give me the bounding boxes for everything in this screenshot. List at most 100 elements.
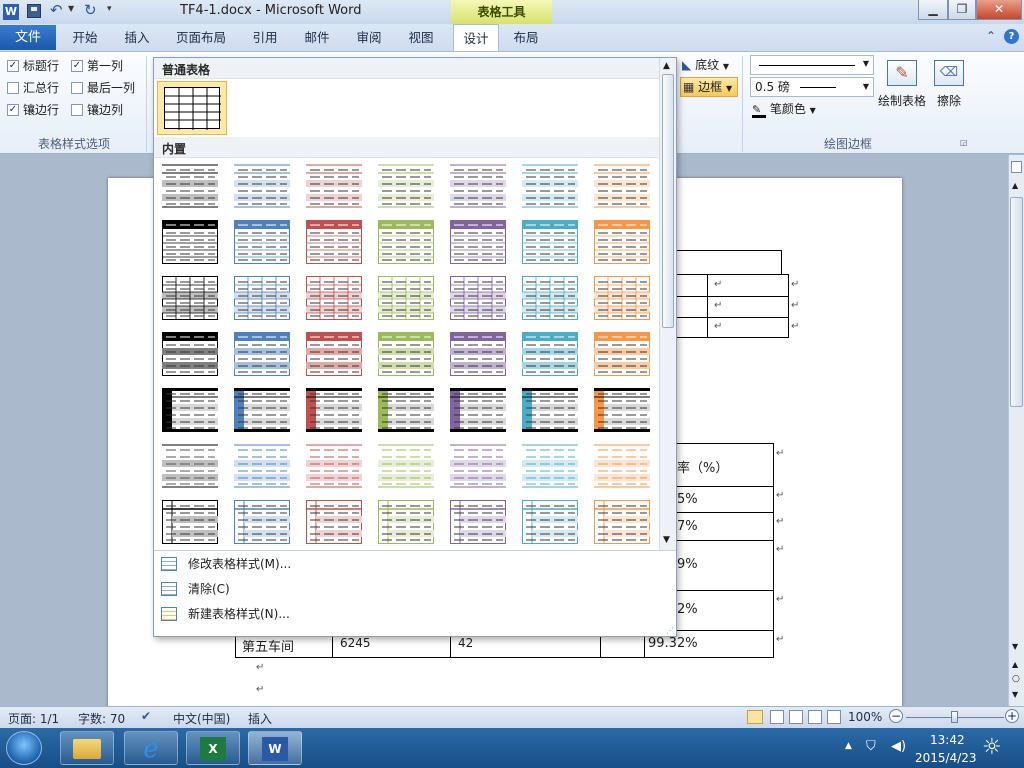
show-hidden-icons-icon[interactable]: ▲ [845, 741, 852, 751]
table-style-light-list-4[interactable] [378, 220, 434, 264]
help-icon[interactable]: ? [1004, 29, 1019, 44]
zoom-slider-thumb[interactable] [951, 711, 958, 723]
total-row-checkbox[interactable] [7, 81, 19, 94]
word-count[interactable]: 字数: 70 [78, 710, 125, 727]
clear-table-style-menu-item[interactable]: 清除(C) [155, 577, 659, 602]
table-style-light-grid-5[interactable] [450, 276, 506, 320]
table-style-light-shading-2[interactable] [234, 164, 290, 208]
first-column-checkbox[interactable]: ✓ [71, 59, 83, 72]
browse-object-icon[interactable]: ○ [1012, 674, 1020, 684]
tab-mailings[interactable]: 邮件 [296, 24, 338, 51]
table-style-medium-shading-1-3[interactable] [306, 332, 362, 376]
line-style-dropdown[interactable]: ▼ [750, 55, 874, 75]
web-layout-icon[interactable] [789, 710, 803, 724]
zoom-in-icon[interactable]: + [1005, 709, 1019, 723]
table-style-medium-shading-2-7[interactable] [594, 388, 650, 432]
table-style-medium-list-2-7[interactable] [594, 500, 650, 544]
tab-home[interactable]: 开始 [64, 24, 106, 51]
insert-mode-indicator[interactable]: 插入 [248, 710, 272, 727]
tab-view[interactable]: 视图 [400, 24, 442, 51]
table-style-medium-list-1-4[interactable] [378, 444, 434, 488]
clock-date[interactable]: 2015/4/23 [915, 751, 977, 765]
table-style-light-shading-4[interactable] [378, 164, 434, 208]
full-screen-reading-icon[interactable] [770, 710, 784, 724]
table-style-light-shading-3[interactable] [306, 164, 362, 208]
page-count[interactable]: 页面: 1/1 [8, 710, 59, 727]
zoom-out-icon[interactable]: − [889, 709, 903, 723]
table-style-medium-list-1-6[interactable] [522, 444, 578, 488]
table-style-medium-shading-2-5[interactable] [450, 388, 506, 432]
table-style-light-list-1[interactable] [162, 220, 218, 264]
table-style-medium-list-2-3[interactable] [306, 500, 362, 544]
next-page-icon[interactable]: ▼ [1012, 690, 1018, 699]
table-style-medium-shading-2-6[interactable] [522, 388, 578, 432]
table-style-light-grid-3[interactable] [306, 276, 362, 320]
table-style-medium-list-2-4[interactable] [378, 500, 434, 544]
print-layout-view-icon[interactable] [747, 710, 763, 724]
vertical-scrollbar[interactable]: ▲ ▼ ▲ ○ ▼ [1008, 155, 1024, 707]
ruler-toggle-icon[interactable] [1011, 161, 1022, 173]
scroll-down-arrow-icon[interactable]: ▼ [1012, 642, 1018, 651]
borders-button[interactable]: ▦ 边框 ▼ [680, 77, 738, 97]
outline-view-icon[interactable] [808, 710, 822, 724]
table-style-medium-shading-2-1[interactable] [162, 388, 218, 432]
table-style-light-shading-6[interactable] [522, 164, 578, 208]
upper-table-fragment[interactable]: ↵ ↵ ↵ [676, 274, 789, 338]
modify-table-style-menu-item[interactable]: 修改表格样式(M)... [155, 552, 659, 577]
previous-page-icon[interactable]: ▲ [1012, 660, 1018, 669]
table-style-light-list-7[interactable] [594, 220, 650, 264]
table-style-medium-list-1-2[interactable] [234, 444, 290, 488]
minimize-button[interactable]: ▁ [918, 0, 948, 20]
table-style-light-shading-5[interactable] [450, 164, 506, 208]
table-style-light-list-3[interactable] [306, 220, 362, 264]
zoom-level[interactable]: 100% [848, 710, 882, 724]
table-style-medium-list-1-7[interactable] [594, 444, 650, 488]
ribbon-minimize-icon[interactable]: ⌃ [986, 29, 996, 43]
table-style-medium-shading-1-7[interactable] [594, 332, 650, 376]
table-style-light-grid-2[interactable] [234, 276, 290, 320]
scroll-thumb[interactable] [1010, 197, 1023, 407]
table-style-light-grid-4[interactable] [378, 276, 434, 320]
draw-table-button[interactable]: ✎ 绘制表格 [876, 57, 928, 111]
table-style-medium-list-2-5[interactable] [450, 500, 506, 544]
language-indicator[interactable]: 中文(中国) [173, 710, 230, 727]
option-banded-rows[interactable]: ✓ 镶边行 [7, 101, 59, 118]
table-style-medium-shading-1-1[interactable] [162, 332, 218, 376]
table-style-medium-list-1-1[interactable] [162, 444, 218, 488]
zoom-slider[interactable] [906, 711, 1004, 723]
table-style-medium-shading-1-5[interactable] [450, 332, 506, 376]
word-app-icon[interactable]: W [3, 4, 19, 20]
undo-icon[interactable]: ↶ [50, 1, 63, 19]
table-style-medium-shading-1-2[interactable] [234, 332, 290, 376]
last-column-checkbox[interactable] [71, 81, 83, 94]
new-table-style-menu-item[interactable]: 新建表格样式(N)... [155, 602, 659, 627]
table-style-medium-list-2-6[interactable] [522, 500, 578, 544]
table-style-light-shading-1[interactable] [162, 164, 218, 208]
shading-button[interactable]: ◣ 底纹 ▼ [682, 55, 729, 75]
table-style-medium-shading-1-6[interactable] [522, 332, 578, 376]
save-icon[interactable] [27, 4, 41, 18]
close-button[interactable]: ✕ [976, 0, 1022, 20]
tab-layout[interactable]: 布局 [505, 24, 547, 51]
option-last-column[interactable]: 最后一列 [71, 79, 135, 96]
banded-columns-checkbox[interactable] [71, 103, 83, 116]
tab-design[interactable]: 设计 [453, 24, 499, 52]
tab-review[interactable]: 审阅 [348, 24, 390, 51]
tab-file[interactable]: 文件 [0, 25, 56, 50]
undo-dropdown-icon[interactable]: ▼ [68, 4, 74, 13]
gallery-scroll-down-icon[interactable]: ▼ [663, 535, 670, 545]
tab-page-layout[interactable]: 页面布局 [170, 24, 232, 51]
table-style-medium-shading-2-3[interactable] [306, 388, 362, 432]
builtin-style-grid[interactable] [154, 159, 659, 549]
option-header-row[interactable]: ✓ 标题行 [7, 57, 59, 74]
style-table-grid[interactable] [157, 81, 227, 135]
header-row-checkbox[interactable]: ✓ [7, 59, 19, 72]
table-style-light-list-5[interactable] [450, 220, 506, 264]
file-explorer-icon[interactable] [60, 731, 114, 765]
start-orb-icon[interactable] [6, 731, 42, 765]
gallery-resize-grip-icon[interactable]: ⋰ [666, 626, 674, 635]
proofing-icon[interactable]: ✔ [141, 709, 151, 723]
table-style-light-list-2[interactable] [234, 220, 290, 264]
option-banded-columns[interactable]: 镶边列 [71, 101, 123, 118]
gallery-scroll-thumb[interactable] [662, 74, 674, 328]
